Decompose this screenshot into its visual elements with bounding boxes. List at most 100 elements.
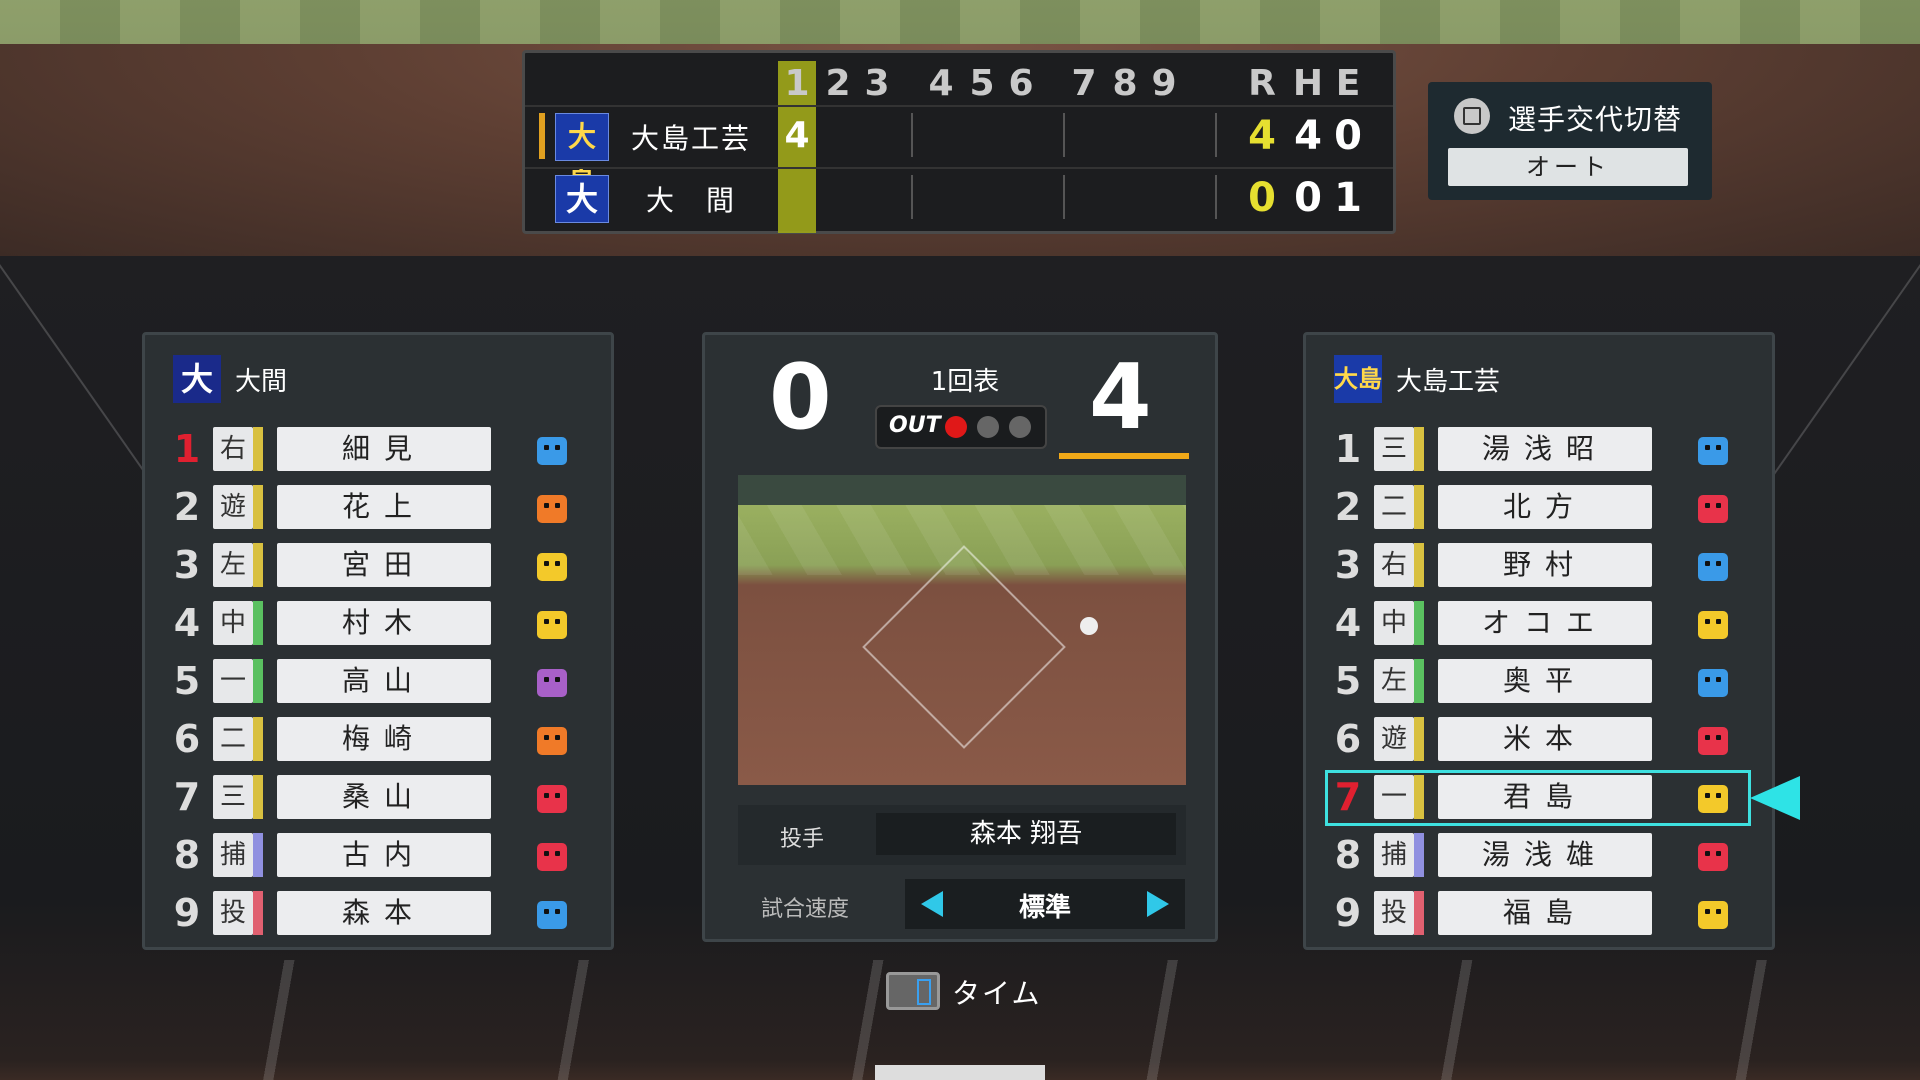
condition-face-icon: [1698, 785, 1728, 813]
divider: [1063, 113, 1065, 157]
fielding-position: 中: [213, 601, 253, 645]
away-team-logo: 大島: [1334, 355, 1382, 403]
batting-order: 4: [1334, 601, 1362, 645]
lineup-row[interactable]: 5 左奥平: [1328, 657, 1748, 707]
divider: [911, 113, 913, 157]
player-name: 野村: [1438, 543, 1652, 587]
batting-order: 7: [173, 775, 201, 819]
lineup-row[interactable]: 6 二梅崎: [167, 715, 587, 765]
fielding-position: 捕: [213, 833, 253, 877]
inning-header-8: 8: [1112, 63, 1138, 104]
batting-order: 3: [173, 543, 201, 587]
lineup-row[interactable]: 5 一高山: [167, 657, 587, 707]
batting-indicator: [539, 113, 545, 159]
condition-face-icon: [537, 669, 567, 697]
fielding-position: 二: [1374, 485, 1414, 529]
lineup-row[interactable]: 1 右細見: [167, 425, 587, 475]
lineup-row[interactable]: 1 三湯浅昭: [1328, 425, 1748, 475]
condition-face-icon: [1698, 843, 1728, 871]
substitution-toggle[interactable]: 選手交代切替 オート: [1428, 82, 1712, 200]
lineup-row[interactable]: 7 一君島: [1325, 770, 1751, 826]
fielding-position: 三: [1374, 427, 1414, 471]
substitution-title: 選手交代切替: [1508, 103, 1683, 136]
lineup-row[interactable]: 4 中村木: [167, 599, 587, 649]
rhe-header-h: H: [1292, 63, 1324, 104]
position-color-bar: [253, 427, 263, 471]
divider: [1215, 175, 1217, 219]
lineup-row[interactable]: 9 投森本: [167, 889, 587, 939]
lineup-row[interactable]: 7 三桑山: [167, 773, 587, 823]
scoreboard-row-home: 大 大 間 0 0 1: [525, 167, 1393, 225]
lineup-row[interactable]: 4 中オコエ: [1328, 599, 1748, 649]
position-color-bar: [1414, 717, 1424, 761]
condition-face-icon: [1698, 901, 1728, 929]
home-hits: 0: [1294, 175, 1322, 221]
position-color-bar: [1414, 775, 1424, 819]
fielding-position: 二: [213, 717, 253, 761]
pitcher-label: 投手: [780, 827, 825, 852]
away-score-large: 4: [1089, 345, 1152, 450]
player-name: 村木: [277, 601, 491, 645]
player-name: 奥平: [1438, 659, 1652, 703]
lineup-row[interactable]: 9 投福島: [1328, 889, 1748, 939]
position-color-bar: [253, 485, 263, 529]
touchpad-icon: [886, 972, 940, 1010]
position-color-bar: [253, 659, 263, 703]
home-runs: 0: [1248, 175, 1276, 221]
batting-order: 6: [173, 717, 201, 761]
away-lineup-panel: 大島 大島工芸 1 三湯浅昭 2 二北方 3 右野村 4 中オコエ 5 左奥平 6 遊米本 7 一君島 8 捕…: [1303, 332, 1775, 950]
fielding-position: 左: [213, 543, 253, 587]
lineup-row[interactable]: 2 二北方: [1328, 483, 1748, 533]
out-dot: [1009, 416, 1031, 438]
timeout-button[interactable]: タイム: [952, 972, 1041, 1012]
home-lineup-panel: 大 大間 1 右細見 2 遊花上 3 左宮田 4 中村木 5 一高山 6 二梅崎 7 三桑山 8 捕古内 9 投森…: [142, 332, 614, 950]
out-dot: [977, 416, 999, 438]
condition-face-icon: [1698, 611, 1728, 639]
lineup-row[interactable]: 3 右野村: [1328, 541, 1748, 591]
batting-order: 8: [173, 833, 201, 877]
away-runs: 4: [1248, 113, 1276, 159]
player-name: 湯浅昭: [1438, 427, 1652, 471]
away-hits: 4: [1294, 113, 1322, 159]
inning-header-5: 5: [969, 63, 995, 104]
condition-face-icon: [537, 727, 567, 755]
away-team-name: 大島工芸: [630, 122, 751, 155]
player-name: 森本: [277, 891, 491, 935]
lineup-row[interactable]: 3 左宮田: [167, 541, 587, 591]
arrow-right-icon[interactable]: [1147, 891, 1169, 917]
position-color-bar: [1414, 427, 1424, 471]
batting-order: 5: [1334, 659, 1362, 703]
away-team-name: 大島工芸: [1396, 367, 1501, 397]
lineup-row[interactable]: 6 遊米本: [1328, 715, 1748, 765]
player-name: 福島: [1438, 891, 1652, 935]
divider: [911, 175, 913, 219]
lineup-row[interactable]: 2 遊花上: [167, 483, 587, 533]
player-name: 湯浅雄: [1438, 833, 1652, 877]
batting-order: 9: [173, 891, 201, 935]
substitution-mode-value[interactable]: オート: [1448, 148, 1688, 186]
pitcher-row: 投手 森本 翔吾: [738, 805, 1186, 865]
condition-face-icon: [537, 553, 567, 581]
away-inning-1-score: 4: [784, 115, 810, 156]
divider: [1063, 175, 1065, 219]
game-speed-label: 試合速度: [761, 897, 850, 922]
away-team-logo: 大島: [555, 113, 609, 199]
game-speed-value: 標準: [1018, 893, 1071, 923]
position-color-bar: [1414, 601, 1424, 645]
fielding-position: 遊: [1374, 717, 1414, 761]
inning-header-3: 3: [864, 63, 890, 104]
lineup-row[interactable]: 8 捕湯浅雄: [1328, 831, 1748, 881]
game-speed-selector[interactable]: 標準: [905, 879, 1185, 929]
batting-order: 6: [1334, 717, 1362, 761]
position-color-bar: [1414, 485, 1424, 529]
out-label: OUT: [889, 413, 941, 438]
lineup-row[interactable]: 8 捕古内: [167, 831, 587, 881]
fielding-position: 左: [1374, 659, 1414, 703]
home-errors: 1: [1334, 175, 1362, 221]
inning-indicator: 1回表: [930, 367, 1000, 397]
condition-face-icon: [1698, 437, 1728, 465]
field-view: [738, 475, 1186, 785]
arrow-left-icon[interactable]: [921, 891, 943, 917]
position-color-bar: [1414, 659, 1424, 703]
fielding-position: 一: [1374, 775, 1414, 819]
